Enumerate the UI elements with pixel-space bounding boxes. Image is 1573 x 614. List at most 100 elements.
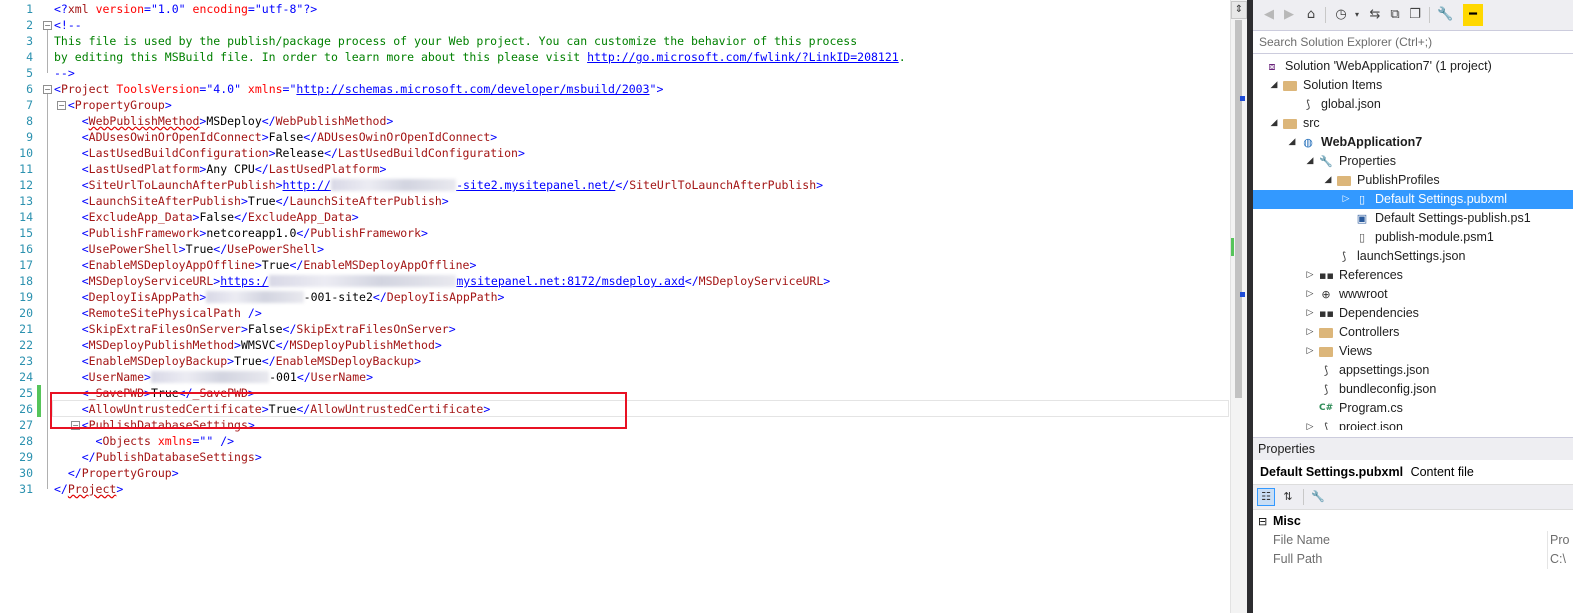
- tree-item[interactable]: ◢ PublishProfiles: [1253, 171, 1573, 190]
- code-line[interactable]: <PublishFramework>netcoreapp1.0</Publish…: [54, 225, 428, 241]
- tree-item[interactable]: ◢ src: [1253, 114, 1573, 133]
- code-line[interactable]: </PublishDatabaseSettings>: [54, 449, 262, 465]
- code-line[interactable]: <Project ToolsVersion="4.0" xmlns="http:…: [54, 81, 663, 97]
- code-line[interactable]: <EnableMSDeployBackup>True</EnableMSDepl…: [54, 353, 421, 369]
- code-line[interactable]: <MSDeployServiceURL>https:/mysitepanel.n…: [54, 273, 831, 289]
- tree-item[interactable]: ▷ ▯ Default Settings.pubxml: [1253, 190, 1573, 209]
- code-line[interactable]: <ADUsesOwinOrOpenIdConnect>False</ADUses…: [54, 129, 497, 145]
- tree-item[interactable]: ⧈ Solution 'WebApplication7' (1 project): [1253, 57, 1573, 76]
- code-line[interactable]: <MSDeployPublishMethod>WMSVC</MSDeployPu…: [54, 337, 442, 353]
- home-icon[interactable]: ⌂: [1303, 7, 1319, 23]
- tree-item[interactable]: ⟆ global.json: [1253, 95, 1573, 114]
- tree-item-label: Solution Items: [1303, 78, 1383, 92]
- code-editor[interactable]: 1 2 3 4 5 6 7 8 9 10 11 12 13 14 15 16 17 18 19 20 21 22 23 24 2…: [0, 0, 1230, 613]
- url-link[interactable]: http://: [283, 178, 331, 192]
- collapsed-arrow-icon[interactable]: ▷: [1341, 190, 1351, 209]
- code-line[interactable]: <SiteUrlToLaunchAfterPublish>http://-sit…: [54, 177, 823, 193]
- code-line[interactable]: by editing this MSBuild file. In order t…: [54, 49, 906, 65]
- properties-wrench-icon[interactable]: 🔧: [1437, 7, 1453, 23]
- code-line[interactable]: </PropertyGroup>: [54, 465, 179, 481]
- history-icon[interactable]: ◷: [1333, 7, 1349, 23]
- sync-icon[interactable]: ⇆: [1367, 7, 1383, 23]
- tree-item[interactable]: ◢ Solution Items: [1253, 76, 1573, 95]
- tree-item[interactable]: ⟆ launchSettings.json: [1253, 247, 1573, 266]
- code-line[interactable]: <LastUsedPlatform>Any CPU</LastUsedPlatf…: [54, 161, 387, 177]
- forward-icon[interactable]: ▶: [1281, 7, 1297, 23]
- code-line[interactable]: <SkipExtraFilesOnServer>False</SkipExtra…: [54, 321, 456, 337]
- fold-toggle-icon[interactable]: −: [43, 85, 52, 94]
- code-line[interactable]: <LastUsedBuildConfiguration>Release</Las…: [54, 145, 525, 161]
- fold-toggle-icon[interactable]: −: [43, 21, 52, 30]
- url-link[interactable]: http://go.microsoft.com/fwlink/?LinkID=2…: [587, 50, 899, 64]
- tree-item[interactable]: ▣ Default Settings-publish.ps1: [1253, 209, 1573, 228]
- tree-item[interactable]: ▷ ⊕ wwwroot: [1253, 285, 1573, 304]
- code-line[interactable]: <?xml version="1.0" encoding="utf-8"?>: [54, 1, 317, 17]
- code-line[interactable]: -->: [54, 65, 75, 81]
- collapsed-arrow-icon[interactable]: ▷: [1305, 285, 1315, 304]
- expanded-arrow-icon[interactable]: ◢: [1323, 171, 1333, 190]
- tree-item[interactable]: ▷ ⟆ project.json: [1253, 418, 1573, 430]
- property-row[interactable]: Full Path C:\: [1253, 550, 1573, 569]
- code-line[interactable]: <PropertyGroup>: [54, 97, 172, 113]
- alphabetical-icon[interactable]: ⇅: [1279, 488, 1297, 506]
- tree-item[interactable]: ◢ 🔧 Properties: [1253, 152, 1573, 171]
- code-line[interactable]: </Project>: [54, 481, 123, 497]
- url-link[interactable]: mysitepanel.net:8172/msdeploy.axd: [456, 274, 684, 288]
- properties-object-selector[interactable]: Default Settings.pubxml Content file: [1253, 460, 1573, 484]
- tree-item[interactable]: ◢ ◍ WebApplication7: [1253, 133, 1573, 152]
- code-line[interactable]: This file is used by the publish/package…: [54, 33, 857, 49]
- show-all-files-icon[interactable]: ❐: [1407, 7, 1423, 23]
- collapse-all-icon[interactable]: ⧉: [1387, 7, 1403, 23]
- code-line[interactable]: <WebPublishMethod>MSDeploy</WebPublishMe…: [54, 113, 394, 129]
- pin-icon[interactable]: ━: [1463, 4, 1483, 26]
- expanded-arrow-icon[interactable]: ◢: [1269, 114, 1279, 133]
- code-token: LaunchSiteAfterPublish: [88, 194, 241, 208]
- line-number: 25: [19, 386, 33, 400]
- code-token: SkipExtraFilesOnServer: [296, 322, 449, 336]
- property-pages-icon[interactable]: 🔧: [1309, 488, 1327, 506]
- scrollbar-thumb[interactable]: [1235, 20, 1242, 398]
- collapse-category-icon[interactable]: ⊟: [1258, 512, 1267, 531]
- url-link[interactable]: https:/: [220, 274, 268, 288]
- tree-item[interactable]: ▷ Controllers: [1253, 323, 1573, 342]
- code-line[interactable]: <DeployIisAppPath> -001-site2</DeployIisA…: [54, 289, 505, 305]
- tree-item[interactable]: C# Program.cs: [1253, 399, 1573, 418]
- property-row[interactable]: File Name Pro: [1253, 531, 1573, 550]
- tree-item[interactable]: ⟆ appsettings.json: [1253, 361, 1573, 380]
- category-row[interactable]: ⊟ Misc: [1253, 512, 1573, 531]
- code-token: <: [81, 194, 89, 208]
- code-line[interactable]: <Objects xmlns="" />: [54, 433, 235, 449]
- code-line[interactable]: <EnableMSDeployAppOffline>True</EnableMS…: [54, 257, 477, 273]
- code-line[interactable]: <UserName> -001</UserName>: [54, 369, 373, 385]
- line-number: 8: [26, 114, 33, 128]
- collapsed-arrow-icon[interactable]: ▷: [1305, 342, 1315, 361]
- tree-item[interactable]: ⟆ bundleconfig.json: [1253, 380, 1573, 399]
- tree-item[interactable]: ▷ ▪▪ Dependencies: [1253, 304, 1573, 323]
- code-token: LastUsedPlatform: [268, 162, 380, 176]
- tree-item[interactable]: ▷ ▪▪ References: [1253, 266, 1573, 285]
- code-line[interactable]: <ExcludeApp_Data>False</ExcludeApp_Data>: [54, 209, 359, 225]
- collapsed-arrow-icon[interactable]: ▷: [1305, 266, 1315, 285]
- split-window-icon[interactable]: ⇕: [1231, 1, 1247, 19]
- code-token: xmlns: [247, 82, 283, 96]
- code-token: </: [275, 194, 290, 208]
- expanded-arrow-icon[interactable]: ◢: [1287, 133, 1297, 152]
- solution-search-input[interactable]: Search Solution Explorer (Ctrl+;): [1253, 31, 1573, 54]
- collapsed-arrow-icon[interactable]: ▷: [1305, 304, 1315, 323]
- url-link[interactable]: -site2.mysitepanel.net/: [456, 178, 615, 192]
- tree-item[interactable]: ▷ Views: [1253, 342, 1573, 361]
- collapsed-arrow-icon[interactable]: ▷: [1305, 323, 1315, 342]
- code-line[interactable]: <RemoteSitePhysicalPath />: [54, 305, 262, 321]
- expanded-arrow-icon[interactable]: ◢: [1305, 152, 1315, 171]
- categorized-icon[interactable]: ☷: [1257, 488, 1275, 506]
- expanded-arrow-icon[interactable]: ◢: [1269, 76, 1279, 95]
- history-dropdown-icon[interactable]: ▾: [1349, 7, 1365, 23]
- code-line[interactable]: <!--: [54, 17, 82, 33]
- tree-item[interactable]: ▯ publish-module.psm1: [1253, 228, 1573, 247]
- collapsed-arrow-icon[interactable]: ▷: [1305, 418, 1315, 430]
- code-line[interactable]: <LaunchSiteAfterPublish>True</LaunchSite…: [54, 193, 449, 209]
- back-icon[interactable]: ◀: [1261, 7, 1277, 23]
- url-link[interactable]: http://schemas.microsoft.com/developer/m…: [296, 82, 649, 96]
- code-token: <: [81, 306, 89, 320]
- code-line[interactable]: <UsePowerShell>True</UsePowerShell>: [54, 241, 324, 257]
